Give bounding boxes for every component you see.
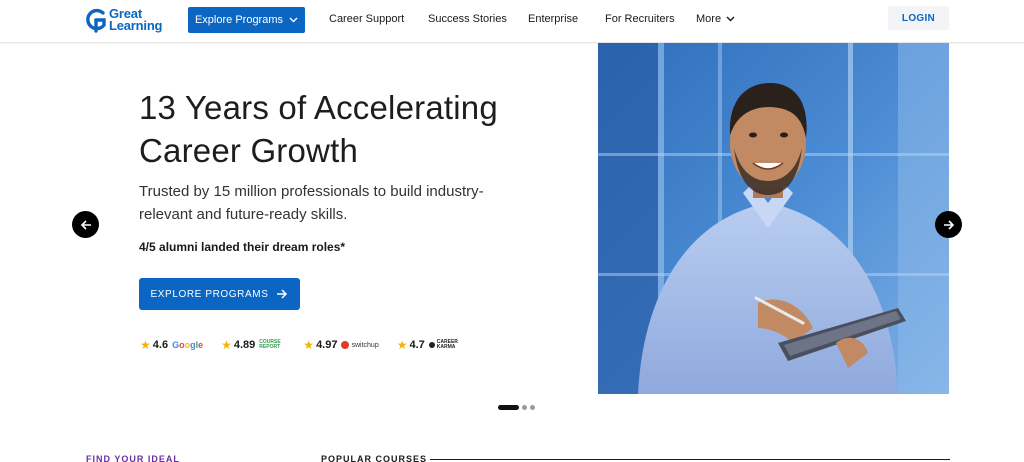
arrow-left-icon [80,219,91,230]
career-karma-logo: CAREER KARMA [428,339,461,350]
hero-image [598,43,949,394]
logo-text-learning: Learning [109,18,163,33]
hero-photo-professional [598,43,949,394]
nav-success-stories[interactable]: Success Stories [428,13,507,25]
rating-value: 4.7 [409,339,425,351]
switchup-logo: switchup [341,341,379,349]
career-karma-icon [428,342,435,348]
nav-enterprise[interactable]: Enterprise [528,13,578,25]
career-karma-label: CAREER KARMA [436,339,458,350]
course-report-logo: COURSE REPORT [259,339,281,350]
nav-more-dropdown[interactable]: More [696,13,735,25]
star-icon: ★ [303,338,315,352]
rating-google: ★ 4.6 Google [140,338,203,352]
hero-title-line1: 13 Years of Accelerating [139,89,498,126]
star-icon: ★ [140,338,151,352]
popular-courses-label: POPULAR COURSES [321,454,428,462]
chevron-down-icon [726,16,735,22]
hero-subtitle-line2: relevant and future-ready skills. [139,206,348,223]
hero-subtitle: Trusted by 15 million professionals to b… [139,180,519,226]
explore-programs-label: Explore Programs [194,14,284,26]
hero-title: 13 Years of Accelerating Career Growth [139,86,569,172]
rating-course-report: ★ 4.89 COURSE REPORT [221,338,285,352]
nav-career-support[interactable]: Career Support [329,13,404,25]
rating-switchup: ★ 4.97 switchup [303,338,378,352]
rating-career-karma: ★ 4.7 CAREER KARMA [397,338,461,352]
arrow-right-icon [277,289,288,299]
nav-for-recruiters[interactable]: For Recruiters [605,13,675,25]
alumni-stat: 4/5 alumni landed their dream roles* [139,240,346,254]
explore-programs-button[interactable]: Explore Programs [188,7,305,33]
great-learning-logo[interactable]: Great Learning [85,7,162,33]
cta-label: EXPLORE PROGRAMS [150,288,269,300]
carousel-dot-active[interactable] [498,405,519,410]
great-learning-logo-icon [86,8,106,33]
hero-subtitle-line1: Trusted by 15 million professionals to b… [139,183,484,200]
top-navigation-bar: Great Learning Explore Programs Career S… [0,0,1024,43]
chevron-down-icon [289,17,298,23]
ratings-row: ★ 4.6 Google ★ 4.89 COURSE REPORT ★ 4.97… [140,337,479,353]
nav-more-label: More [696,13,722,25]
carousel-prev-button[interactable] [72,211,99,238]
switchup-label: switchup [351,341,379,349]
find-your-ideal-label: FIND YOUR IDEAL [86,454,180,462]
google-logo: Google [172,340,204,350]
carousel-next-button[interactable] [935,211,962,238]
hero-title-line2: Career Growth [139,132,359,169]
rating-value: 4.6 [152,339,169,351]
login-button[interactable]: LOGIN [888,6,949,30]
rating-value: 4.97 [316,339,338,351]
carousel-pagination [498,405,535,410]
star-icon: ★ [221,338,232,352]
section-divider [430,459,950,460]
explore-programs-cta-button[interactable]: EXPLORE PROGRAMS [139,278,300,310]
star-icon: ★ [396,338,408,352]
arrow-right-icon [943,219,954,230]
switchup-icon [341,341,350,349]
carousel-dot[interactable] [522,405,527,410]
rating-value: 4.89 [233,339,256,351]
carousel-dot[interactable] [530,405,535,410]
